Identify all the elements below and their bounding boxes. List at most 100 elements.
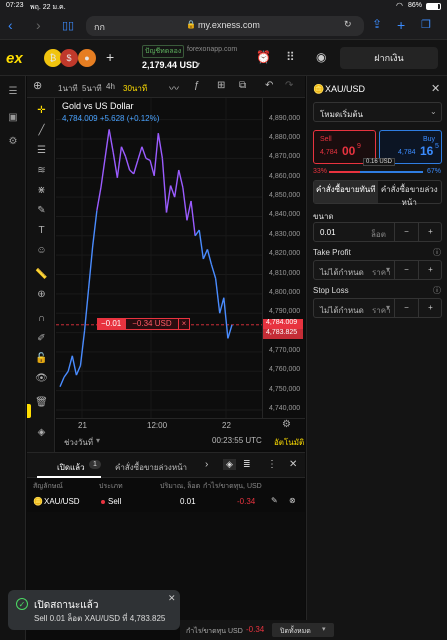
url-text: my.exness.com (198, 20, 260, 30)
layers-icon[interactable]: ◈ (35, 426, 48, 439)
url-bar[interactable]: กก 🔒 my.exness.com ↻ (86, 16, 364, 36)
pending-order-tab[interactable]: คำสั่งซื้อขายล่วงหน้า (378, 181, 442, 207)
timeframe-5m[interactable]: 5นาที (82, 82, 102, 95)
series-segment (96, 187, 102, 211)
timeframe-30m[interactable]: 30นาที (123, 82, 147, 95)
chevron-down-icon[interactable]: ▾ (96, 436, 100, 445)
info-icon[interactable]: ⓘ (433, 247, 441, 258)
add-indicator-icon[interactable]: ⊕ (33, 79, 42, 92)
tp-decrease-button[interactable]: − (394, 261, 418, 279)
pencil-lock-icon[interactable]: ✐ (35, 332, 48, 345)
close-panel-icon[interactable]: ✕ (431, 82, 440, 95)
close-toast-icon[interactable]: ✕ (168, 593, 176, 604)
visibility-icon[interactable]: 👁 (35, 372, 48, 385)
forward-icon[interactable]: › (36, 17, 41, 33)
crosshair-icon[interactable]: ✛ (35, 104, 48, 117)
list-view-icon[interactable]: ≣ (243, 459, 251, 470)
settings-icon[interactable]: ⚙ (7, 136, 19, 148)
status-bar: 07:23 พฤ. 22 ม.ค. ◠ 86% (0, 0, 447, 12)
info-icon[interactable]: ⓘ (433, 285, 441, 296)
volume-value[interactable]: 0.01 (320, 228, 336, 237)
instrument-tab-icon[interactable]: ● (78, 49, 96, 67)
series-segment (186, 200, 192, 221)
alarm-icon[interactable]: ⏰ (256, 50, 271, 64)
price-axis[interactable]: 4,890,000 4,880,000 4,870,000 4,860,000 4,85… (262, 98, 305, 418)
share-icon[interactable]: ⇪ (372, 17, 382, 31)
timeframe-4h[interactable]: 4h (106, 82, 115, 91)
calendar-icon[interactable]: ▣ (7, 112, 19, 124)
indicators-icon[interactable]: ƒ (194, 80, 200, 91)
y-tick-label: 4,770,000 (269, 346, 301, 354)
instrument-tab-icon[interactable]: $ (60, 49, 78, 67)
timeframe-1m[interactable]: 1นาที (58, 82, 78, 95)
time-axis[interactable]: 21 12:00 22 (56, 418, 305, 432)
account-balance[interactable]: 2,179.44 USD (142, 60, 199, 70)
chart-type-icon[interactable]: 〰 (169, 80, 179, 95)
market-order-tab[interactable]: คำสั่งซื้อขายทันที (314, 181, 378, 203)
channel-icon[interactable]: ≋ (35, 164, 48, 177)
group-view-icon[interactable]: ◈ (223, 459, 236, 470)
take-profit-label: Take Profit (313, 248, 351, 257)
back-icon[interactable]: ‹ (8, 17, 13, 33)
position-line-label[interactable]: −0.01 −0.34 USD × (97, 318, 191, 330)
reload-icon[interactable]: ↻ (344, 19, 352, 30)
reader-aa[interactable]: กก (94, 20, 105, 34)
pattern-icon[interactable]: ⋇ (35, 184, 48, 197)
volume-increase-button[interactable]: + (418, 223, 442, 241)
date-range-selector[interactable]: ช่วงวันที่ (64, 436, 93, 449)
more-options-icon[interactable]: ⋮ (267, 459, 277, 470)
menu-icon[interactable]: ☰ (7, 86, 19, 98)
fib-icon[interactable]: ☰ (35, 144, 48, 157)
template-icon[interactable]: ⧉ (239, 80, 246, 91)
edit-icon[interactable]: ✎ (271, 496, 278, 505)
tab-open-positions[interactable]: เปิดแล้ว 1 (37, 453, 101, 478)
lock-drawings-icon[interactable]: 🔓 (35, 352, 48, 365)
chevron-right-icon[interactable]: › (205, 459, 208, 470)
chart-settings-icon[interactable]: ⚙ (282, 419, 291, 430)
volume-field[interactable]: 0.01 ล็อต − + (313, 222, 442, 242)
series-segment (214, 278, 221, 314)
chevron-down-icon[interactable]: ▾ (386, 303, 390, 312)
take-profit-field[interactable]: ไม่ได้กำหนด ราคา ▾ − + (313, 260, 442, 280)
emoji-icon[interactable]: ☺ (35, 244, 48, 257)
redo-icon[interactable]: ↷ (285, 80, 293, 91)
magnet-icon[interactable]: ∩ (35, 312, 48, 325)
layout-icon[interactable]: ⊞ (217, 80, 225, 91)
stop-loss-field[interactable]: ไม่ได้กำหนด ราคา ▾ − + (313, 298, 442, 318)
new-tab-icon[interactable]: + (397, 17, 405, 33)
volume-decrease-button[interactable]: − (394, 223, 418, 241)
order-type-toggle: คำสั่งซื้อขายทันที คำสั่งซื้อขายล่วงหน้า (313, 180, 442, 207)
undo-icon[interactable]: ↶ (265, 80, 273, 91)
table-row[interactable]: 🪙 XAU/USD Sell 0.01 -0.34 ✎ ⊗ (27, 492, 305, 512)
y-tick-label: 4,810,000 (269, 269, 301, 277)
tp-increase-button[interactable]: + (418, 261, 442, 279)
auto-scale-toggle[interactable]: อัตโนมัติ (274, 436, 304, 449)
zoom-in-icon[interactable]: ⊕ (35, 288, 48, 301)
series-segment (165, 185, 172, 213)
tabs-icon[interactable]: ❐ (421, 18, 431, 31)
position-lot-badge: −0.01 (97, 318, 126, 330)
add-tab-icon[interactable]: + (106, 49, 114, 65)
profile-icon[interactable]: ◉ (316, 50, 326, 64)
tab-pending-orders[interactable]: คำสั่งซื้อขายล่วงหน้า (115, 461, 187, 474)
trash-icon[interactable]: 🗑 (35, 396, 48, 409)
collapse-handle[interactable] (27, 404, 31, 418)
chevron-down-icon[interactable]: ▾ (196, 60, 200, 69)
chevron-down-icon: ▾ (322, 626, 326, 633)
close-position-icon[interactable]: × (178, 318, 191, 330)
deposit-button[interactable]: ฝากเงิน (340, 47, 438, 69)
ruler-icon[interactable]: 📏 (35, 268, 48, 281)
apps-grid-icon[interactable]: ⠿ (286, 50, 295, 64)
sell-percent: 33% (313, 168, 328, 175)
brush-icon[interactable]: ✎ (35, 204, 48, 217)
text-icon[interactable]: T (35, 224, 48, 237)
close-positions-panel-icon[interactable]: ✕ (289, 459, 297, 470)
order-mode-select[interactable]: โหมดเริ่มต้น ⌄ (313, 102, 442, 122)
chevron-down-icon[interactable]: ▾ (386, 265, 390, 274)
sl-increase-button[interactable]: + (418, 299, 442, 317)
close-position-icon[interactable]: ⊗ (289, 496, 296, 505)
book-icon[interactable]: ▯▯ (62, 19, 74, 32)
trendline-icon[interactable]: ╱ (35, 124, 48, 137)
close-all-button[interactable]: ปิดทั้งหมด ▾ (272, 623, 334, 637)
sl-decrease-button[interactable]: − (394, 299, 418, 317)
